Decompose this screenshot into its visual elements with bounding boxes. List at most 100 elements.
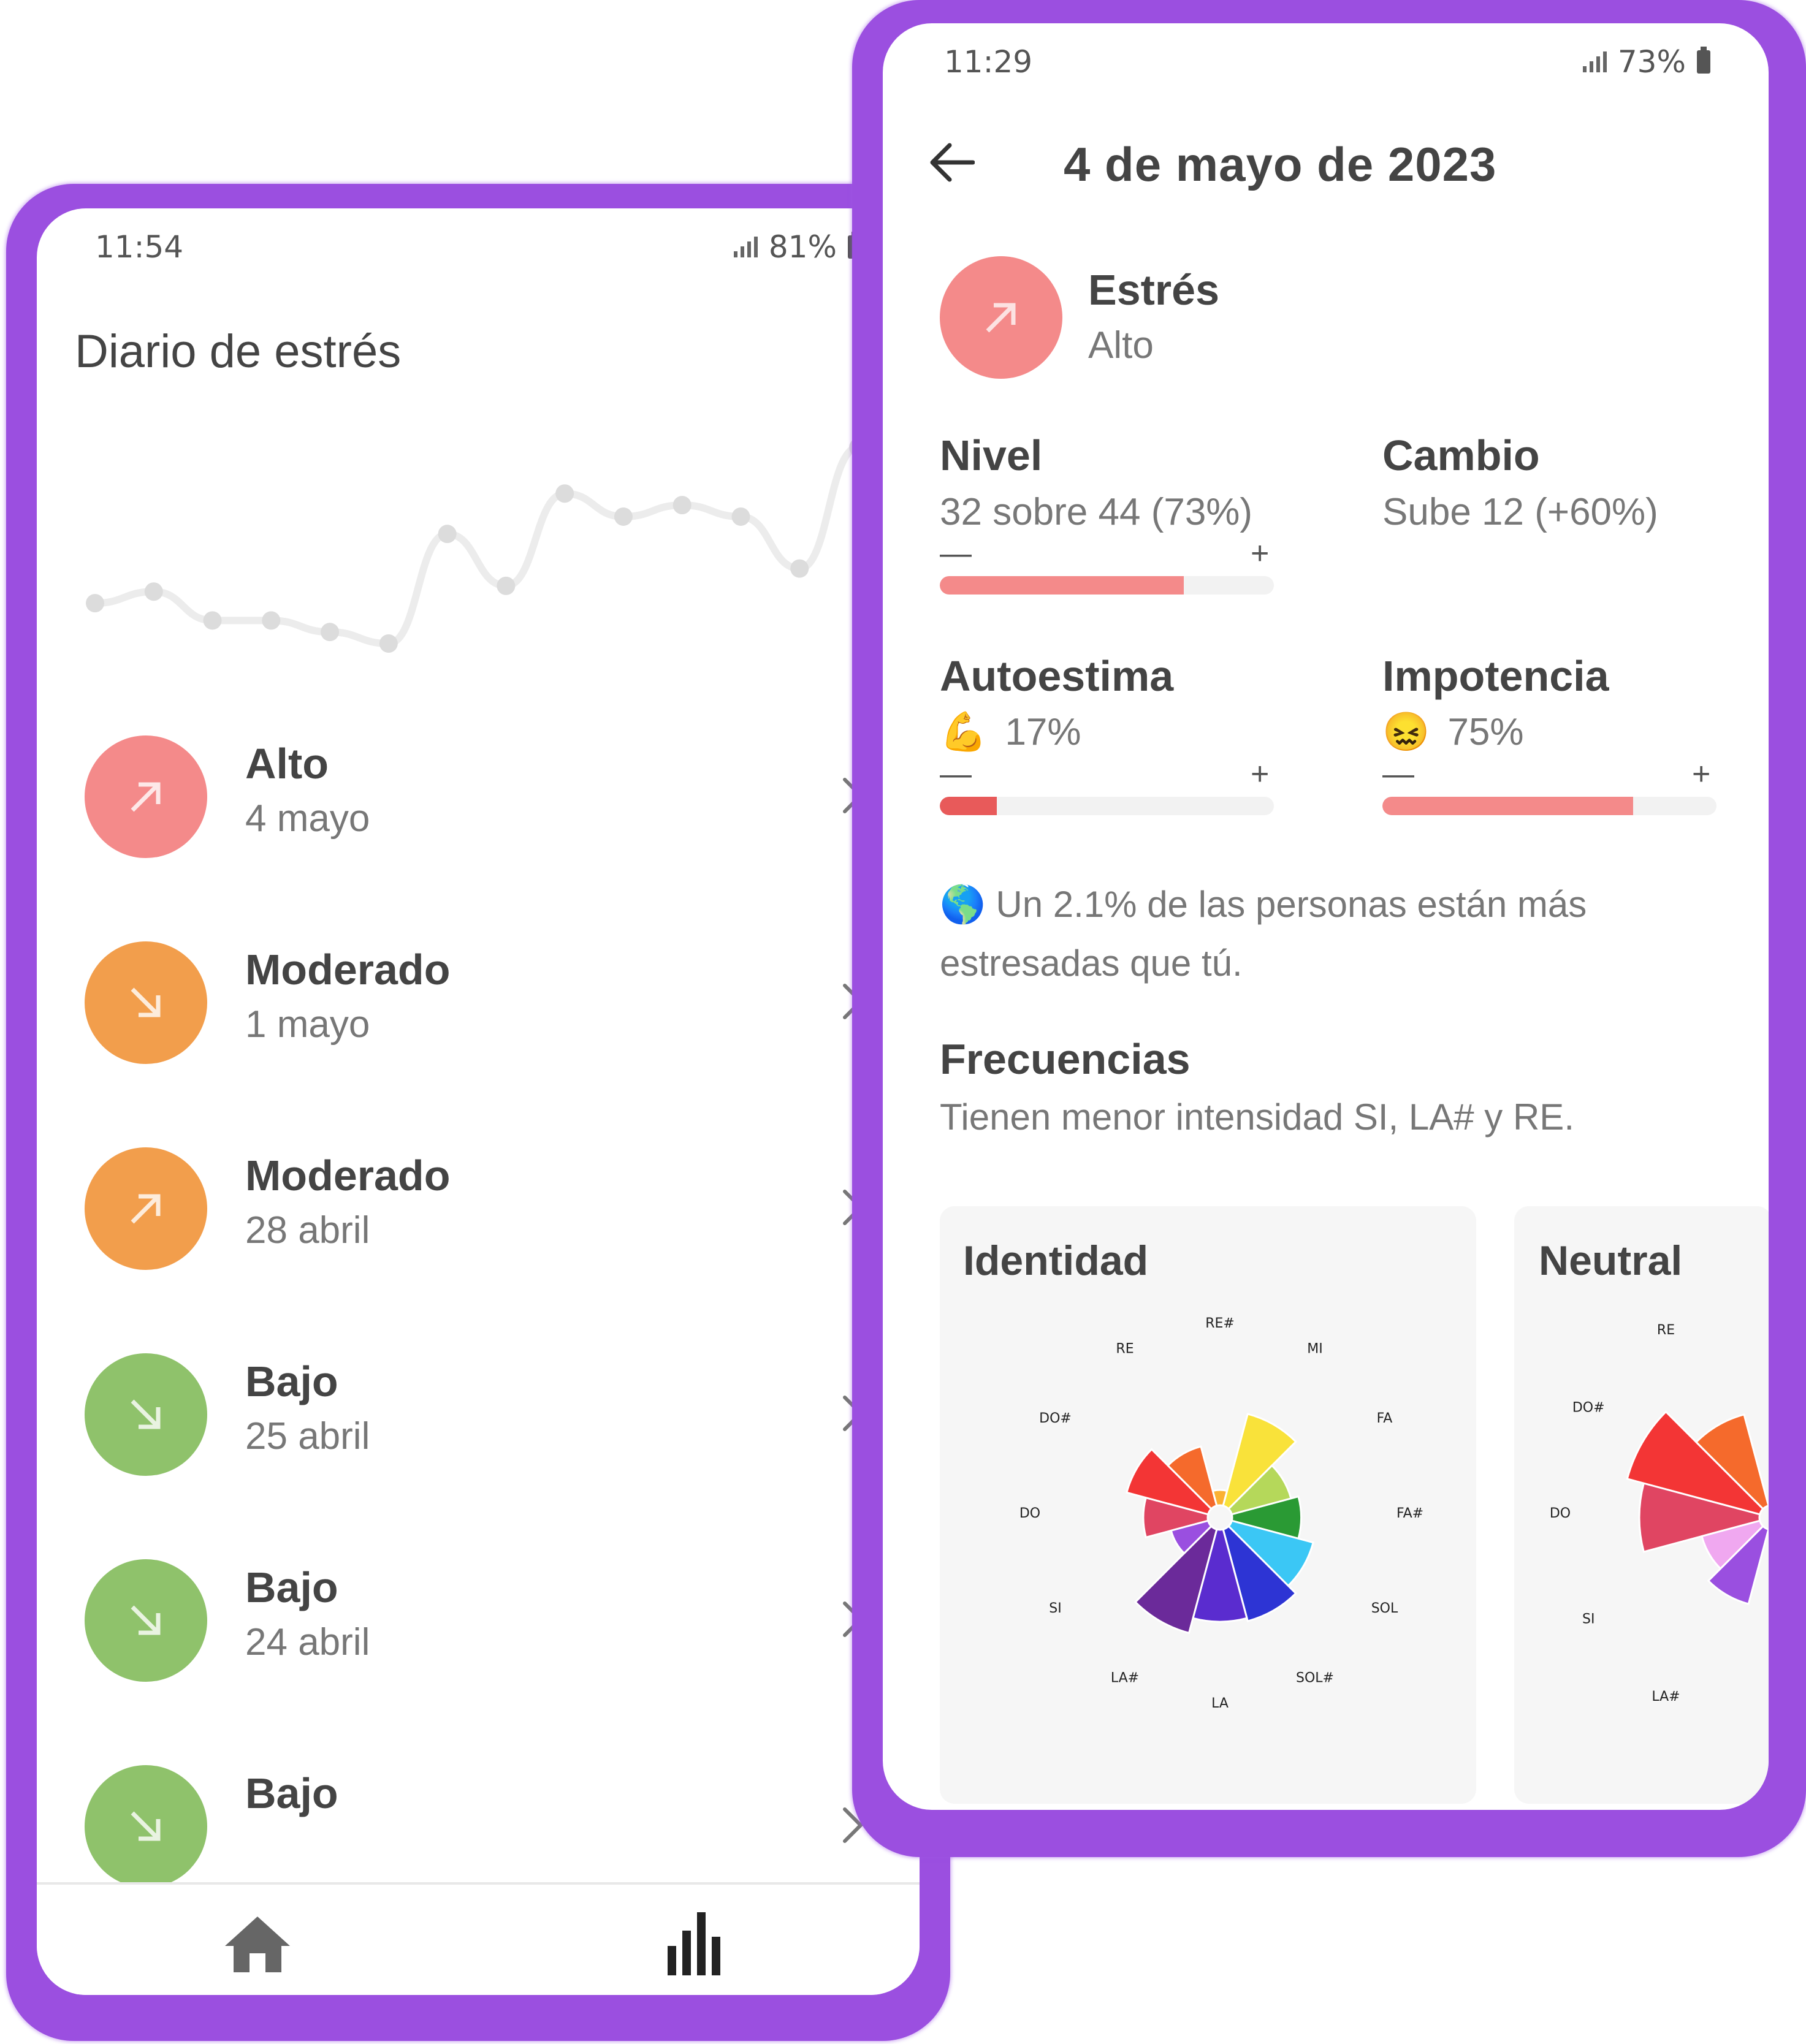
entry-level: Bajo: [245, 1769, 338, 1817]
list-item[interactable]: Moderado 28 abril: [37, 1098, 920, 1301]
polar-label: FA: [1377, 1411, 1393, 1426]
signal-icon: [733, 237, 758, 257]
autoestima-plus[interactable]: +: [1251, 756, 1269, 792]
up-right-arrow-icon: [986, 303, 1016, 333]
flexed-biceps-icon: 💪: [940, 711, 988, 753]
trend-point: [790, 559, 809, 578]
entry-level: Bajo: [245, 1358, 338, 1405]
cambio-value: Sube 12 (+60%): [1382, 491, 1658, 533]
confounded-face-icon: 😖: [1382, 711, 1430, 753]
home-icon[interactable]: [224, 1915, 291, 1974]
polar-label: SI: [1582, 1612, 1595, 1627]
status-bar: 11:54 81%: [37, 208, 920, 282]
globe-icon: 🌎: [940, 884, 986, 925]
card-title: Identidad: [963, 1237, 1149, 1284]
autoestima-title: Autoestima: [940, 652, 1174, 700]
left-phone-screen: 11:54 81% Diario de estrés Alto 4 mayo M…: [37, 208, 920, 1995]
down-right-arrow-icon: [131, 1605, 161, 1635]
autoestima-bar-fill: [940, 797, 997, 815]
trend-point: [144, 582, 163, 601]
bar-chart-icon[interactable]: [665, 1909, 726, 1977]
cambio-title: Cambio: [1382, 431, 1540, 479]
polar-label: RE: [1116, 1342, 1134, 1357]
trend-point: [497, 576, 516, 595]
polar-label: FA#: [1396, 1506, 1423, 1521]
polar-label: LA: [1211, 1696, 1229, 1711]
autoestima-bar: [940, 797, 1274, 815]
list-item[interactable]: Bajo 25 abril: [37, 1304, 920, 1506]
identidad-card[interactable]: Identidad DO DO# RE RE# MI FA FA# SOL SOL# LA LA# S…: [940, 1206, 1476, 1804]
signal-icon: [1582, 51, 1607, 72]
info-line-2: estresadas que tú.: [940, 943, 1243, 984]
status-time: 11:54: [95, 229, 184, 265]
info-line-1: Un 2.1% de las personas están más: [996, 884, 1587, 925]
impotencia-value: 75%: [1447, 711, 1524, 753]
status-time: 11:29: [944, 44, 1033, 80]
trend-point: [555, 484, 574, 503]
list-item[interactable]: Alto 4 mayo: [37, 686, 920, 889]
page-title: Diario de estrés: [75, 325, 402, 378]
trend-point: [438, 525, 457, 544]
trend-point: [731, 507, 750, 526]
level-circle: [85, 1147, 207, 1270]
impotencia-bar-fill: [1382, 797, 1633, 815]
list-item[interactable]: Bajo 24 abril: [37, 1510, 920, 1712]
polar-label: SOL: [1371, 1601, 1398, 1616]
nivel-minus[interactable]: —: [940, 535, 972, 572]
status-bar: 11:29 73%: [883, 23, 1769, 97]
polar-label: MI: [1307, 1342, 1322, 1357]
frecuencias-title: Frecuencias: [940, 1035, 1191, 1083]
entry-date: 28 abril: [245, 1209, 370, 1252]
polar-label: LA#: [1111, 1670, 1139, 1685]
card-title: Neutral: [1539, 1237, 1683, 1284]
entry-level: Moderado: [245, 946, 451, 994]
trend-point: [262, 611, 281, 630]
trend-point: [672, 496, 692, 515]
entry-date: 25 abril: [245, 1415, 370, 1457]
impotencia-bar: [1382, 797, 1716, 815]
stress-circle: [940, 256, 1062, 379]
polar-label: DO#: [1039, 1411, 1072, 1426]
battery-icon: [1697, 47, 1710, 74]
down-right-arrow-icon: [131, 1811, 161, 1841]
trend-point: [203, 611, 222, 630]
entry-date: 24 abril: [245, 1621, 370, 1663]
polar-label: SI: [1049, 1601, 1061, 1616]
polar-label: SOL#: [1296, 1670, 1334, 1685]
impotencia-minus[interactable]: —: [1382, 756, 1414, 792]
polar-label: RE: [1657, 1323, 1675, 1338]
trend-point: [86, 594, 104, 613]
impotencia-plus[interactable]: +: [1692, 756, 1710, 792]
battery-percent: 81%: [768, 229, 837, 265]
entry-level: Bajo: [245, 1563, 338, 1611]
neutral-card[interactable]: Neutral DO DO# RE SI LA#: [1514, 1206, 1769, 1804]
stress-title: Estrés: [1088, 266, 1220, 314]
autoestima-minus[interactable]: —: [940, 756, 972, 792]
list-item[interactable]: Moderado 1 mayo: [37, 892, 920, 1095]
impotencia-title: Impotencia: [1382, 652, 1609, 700]
identidad-polar-chart: DO DO# RE RE# MI FA FA# SOL SOL# LA LA# SI: [1019, 1316, 1423, 1711]
trend-point: [379, 634, 398, 653]
nivel-title: Nivel: [940, 431, 1043, 479]
level-circle: [85, 1353, 207, 1476]
entry-level: Alto: [245, 740, 329, 788]
down-right-arrow-icon: [131, 1399, 161, 1429]
nivel-plus[interactable]: +: [1251, 535, 1269, 572]
stress-trend-chart: [86, 438, 867, 653]
trend-point: [321, 623, 340, 642]
down-right-arrow-icon: [131, 987, 161, 1017]
battery-percent: 73%: [1617, 44, 1686, 80]
polar-label: DO#: [1572, 1400, 1605, 1416]
up-right-arrow-icon: [131, 782, 161, 812]
back-arrow-icon[interactable]: [929, 143, 975, 183]
header-title: 4 de mayo de 2023: [1064, 137, 1497, 191]
entry-date: 1 mayo: [245, 1003, 370, 1046]
level-circle: [85, 941, 207, 1064]
frecuencias-text: Tienen menor intensidad SI, LA# y RE.: [940, 1096, 1574, 1138]
stress-value: Alto: [1088, 324, 1154, 367]
trend-point: [614, 507, 633, 526]
entry-level: Moderado: [245, 1152, 451, 1199]
polar-label: LA#: [1652, 1689, 1680, 1704]
polar-label: DO: [1550, 1506, 1571, 1521]
right-phone-screen: 11:29 73% 4 de mayo de 2023 Estrés Alto …: [883, 23, 1769, 1810]
